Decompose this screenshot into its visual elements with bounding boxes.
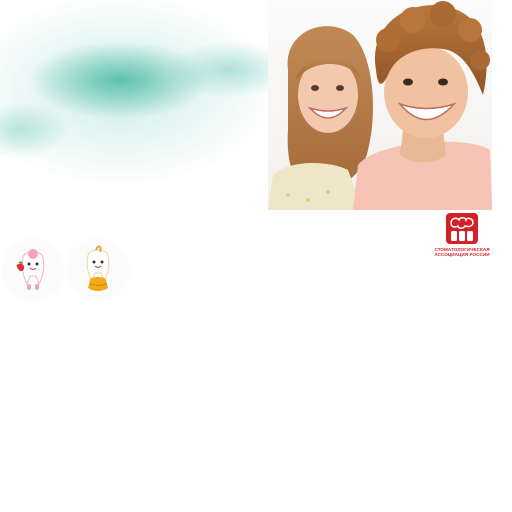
mascot-strawberry-tooth [3,240,63,300]
mascot-honey-tooth [68,240,128,300]
dental-association-logo-icon [446,213,478,244]
hero-photo [268,0,492,210]
logo-text-line2: АССОЦИАЦИЯ РОССИИ [434,252,490,257]
dental-association-logo: СТОМАТОЛОГИЧЕСКАЯ АССОЦИАЦИЯ РОССИИ [432,212,492,262]
smiling-children-photo [268,1,492,210]
tooth-with-strawberry-icon [16,249,45,290]
watercolor-splash [0,0,268,230]
tooth-with-honey-icon [86,245,110,291]
